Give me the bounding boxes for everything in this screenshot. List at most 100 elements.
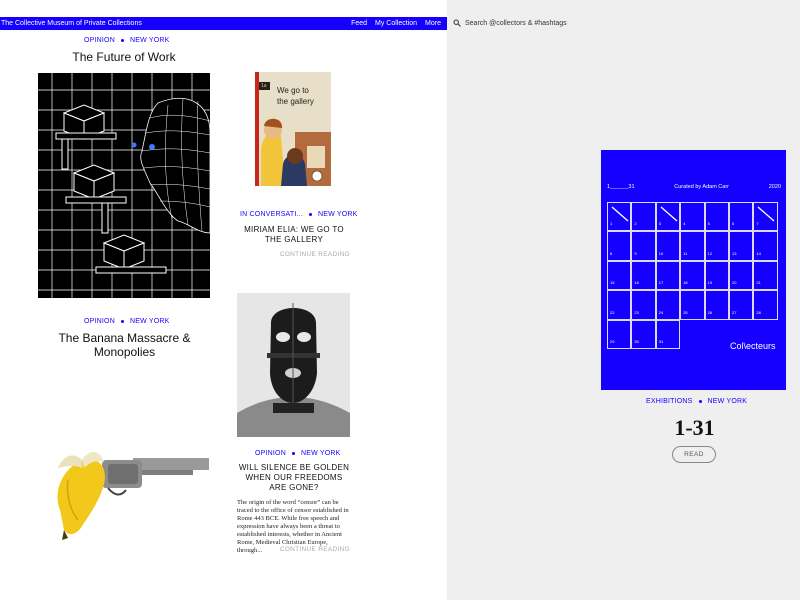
site-title[interactable]: The Collective Museum of Private Collect… [1, 17, 142, 30]
article-title[interactable]: The Future of Work [38, 50, 210, 64]
calendar-day-cell: 4 [680, 202, 705, 232]
banana-gun-image[interactable] [38, 440, 210, 550]
calendar-day-number: 17 [658, 280, 664, 286]
we-go-to-the-gallery-book[interactable]: 1a We go to the gallery [255, 72, 331, 186]
slash-mark-icon [611, 206, 629, 222]
poster-header: 1______31 Curated by Adam Carr 2020 [607, 184, 781, 190]
article-title[interactable]: MIRIAM ELIA: WE GO TO THE GALLERY [236, 225, 352, 245]
calendar-day-number: 31 [658, 338, 664, 344]
location-tag[interactable]: NEW YORK [708, 398, 748, 405]
calendar-day-number: 22 [610, 309, 615, 315]
calendar-day-number: 9 [634, 250, 637, 256]
article-meta: OPINION NEW YORK [84, 37, 170, 44]
calendar-day-cell: 29 [607, 319, 632, 349]
poster-year: 2020 [768, 184, 781, 190]
calendar-day-cell: 17 [655, 260, 681, 291]
calendar-day-cell: 26 [704, 290, 729, 320]
calendar-day-cell: 27 [729, 290, 754, 320]
exhibition-meta: EXHIBITIONS NEW YORK [646, 398, 747, 405]
feed-column: The Collective Museum of Private Collect… [0, 0, 447, 600]
calendar-day-number: 30 [634, 338, 639, 344]
search-bar[interactable]: Search @collectors & #hashtags [453, 17, 567, 29]
calendar-day-number: 29 [610, 338, 615, 344]
separator-dot [308, 213, 312, 216]
calendar-day-number: 5 [707, 221, 710, 227]
calendar-day-number: 10 [658, 250, 664, 256]
category-tag[interactable]: OPINION [255, 450, 286, 457]
continue-reading-link[interactable]: CONTINUE READING [236, 546, 350, 553]
date-range: 1______31 [607, 184, 635, 190]
article-meta: OPINION NEW YORK [255, 450, 341, 457]
location-tag[interactable]: NEW YORK [130, 37, 170, 44]
calendar-day-cell: 6 [729, 202, 754, 232]
article-meta: IN CONVERSATI... NEW YORK [240, 211, 358, 218]
calendar-day-cell: 30 [631, 319, 656, 349]
calendar-day-number: 14 [756, 250, 761, 256]
category-tag[interactable]: OPINION [84, 37, 115, 44]
calendar-day-number: 13 [732, 250, 737, 256]
calendar-day-number: 26 [707, 309, 713, 315]
calendar-day-cell: 15 [607, 260, 632, 291]
future-of-work-image[interactable] [38, 73, 210, 298]
calendar-day-cell: 21 [753, 260, 778, 291]
article-title[interactable]: WILL SILENCE BE GOLDEN WHEN OUR FREEDOMS… [236, 463, 352, 493]
category-tag[interactable]: EXHIBITIONS [646, 398, 693, 405]
article-title[interactable]: The Banana Massacre & Monopolies [52, 331, 197, 359]
nav-feed[interactable]: Feed [351, 17, 367, 30]
calendar-day-cell: 22 [607, 290, 632, 320]
article-meta: OPINION NEW YORK [84, 318, 170, 325]
slash-mark-icon [757, 206, 775, 222]
nav-my-collection[interactable]: My Collection [375, 17, 417, 30]
calendar-day-cell: 7 [753, 202, 778, 232]
search-input[interactable]: Search @collectors & #hashtags [465, 20, 567, 27]
calendar-day-cell: 31 [655, 319, 681, 349]
calendar-day-cell: 9 [631, 231, 656, 261]
calendar-day-cell: 2 [631, 202, 656, 232]
calendar-day-cell: 19 [704, 260, 729, 291]
location-tag[interactable]: NEW YORK [130, 318, 170, 325]
category-tag[interactable]: IN CONVERSATI... [240, 211, 303, 218]
exhibition-title[interactable]: 1-31 [647, 415, 742, 441]
calendar-day-cell: 16 [631, 260, 656, 291]
calendar-day-cell: 20 [729, 260, 754, 291]
masked-figure-image[interactable] [237, 293, 350, 437]
category-tag[interactable]: OPINION [84, 318, 115, 325]
calendar-day-number: 4 [683, 221, 686, 227]
calendar-day-number: 20 [732, 280, 737, 286]
calendar-grid: 1 2 3 4 5 6 7 8 9 10 11 12 13 14 15 16 17 18 19 20 21 22 23 24 2… [607, 202, 778, 349]
exhibition-poster[interactable]: 1______31 Curated by Adam Carr 2020 1234… [601, 150, 786, 390]
calendar-day-cell: 11 [680, 231, 705, 261]
calendar-day-number: 12 [707, 250, 713, 256]
nav-more[interactable]: More [425, 17, 441, 30]
calendar-day-number: 2 [634, 221, 637, 227]
calendar-day-cell: 5 [704, 202, 729, 232]
calendar-day-number: 16 [634, 280, 639, 286]
location-tag[interactable]: NEW YORK [318, 211, 358, 218]
calendar-day-cell: 13 [729, 231, 754, 261]
calendar-day-number: 25 [683, 309, 688, 315]
collecteurs-logo: Col\ecteurs [730, 341, 776, 351]
calendar-day-cell: 28 [753, 290, 778, 320]
top-bar: The Collective Museum of Private Collect… [0, 17, 447, 30]
calendar-day-cell: 25 [680, 290, 705, 320]
read-button[interactable]: READ [672, 446, 716, 463]
separator-dot [291, 452, 295, 455]
calendar-day-number: 6 [732, 221, 735, 227]
calendar-day-number: 28 [756, 309, 761, 315]
calendar-day-cell: 10 [655, 231, 681, 261]
continue-reading-link[interactable]: CONTINUE READING [236, 251, 350, 258]
location-tag[interactable]: NEW YORK [301, 450, 341, 457]
book-title-line2: the gallery [277, 97, 314, 106]
calendar-day-cell: 14 [753, 231, 778, 261]
calendar-day-cell: 8 [607, 231, 632, 261]
calendar-day-number: 24 [658, 309, 664, 315]
book-number: 1a [261, 83, 267, 89]
calendar-day-cell: 24 [655, 290, 681, 320]
separator-dot [120, 39, 124, 42]
calendar-day-number: 23 [634, 309, 639, 315]
calendar-day-number: 19 [707, 280, 713, 286]
calendar-day-cell: 1 [607, 202, 632, 232]
calendar-day-cell: 3 [655, 202, 681, 232]
calendar-day-number: 11 [683, 250, 688, 256]
calendar-day-cell: 18 [680, 260, 705, 291]
